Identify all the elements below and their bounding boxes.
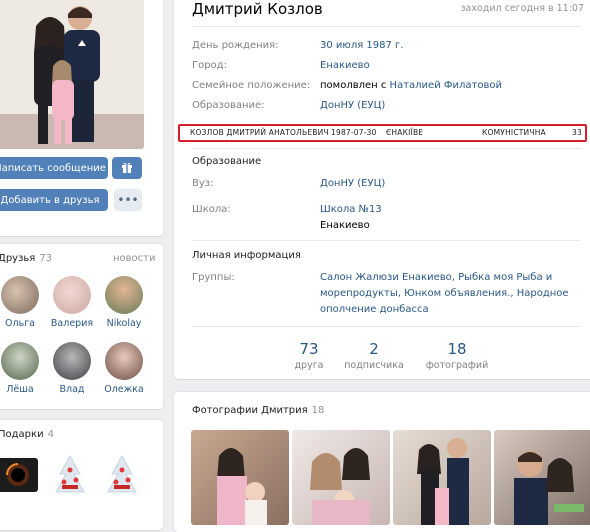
groups-line[interactable]: морепродукты, Юнком объявления., Народно… bbox=[320, 288, 569, 299]
groups-line[interactable]: Салон Жалюзи Енакиево, Рыбка моя Рыба и bbox=[320, 272, 552, 283]
registry-name: КОЗЛОВ ДМИТРИЙ АНАТОЛЬЕВИЧ bbox=[190, 128, 329, 137]
friend-name: Nikolay bbox=[106, 318, 142, 329]
education-value[interactable]: ДонНУ (ЕУЦ) bbox=[320, 100, 385, 111]
send-gift-button[interactable] bbox=[112, 157, 142, 179]
avatar-card: Написать сообщение Добавить в друзья ••• bbox=[0, 0, 163, 236]
friend-item[interactable]: Ольга bbox=[0, 276, 44, 329]
friends-card: Друзья 73 новости Ольга Валерия Nikolay Л… bbox=[0, 244, 163, 409]
profile-info-card: Дмитрий Козлов заходил сегодня в 11:07 Д… bbox=[174, 0, 590, 379]
photo-thumbnail[interactable] bbox=[292, 430, 390, 525]
friend-avatar bbox=[53, 342, 91, 380]
friend-item[interactable]: Лёша bbox=[0, 342, 44, 395]
school-label: Школа: bbox=[192, 204, 231, 215]
gifts-header[interactable]: Подарки 4 bbox=[0, 429, 54, 440]
stat-number: 2 bbox=[369, 340, 379, 358]
gift-item[interactable] bbox=[0, 452, 40, 498]
divider bbox=[192, 326, 580, 327]
friends-updates-link[interactable]: новости bbox=[113, 253, 156, 264]
divider bbox=[192, 240, 580, 241]
friend-avatar bbox=[53, 276, 91, 314]
stat-label: подписчика bbox=[344, 360, 404, 371]
relationship-value: помолвлен с Наталией Филатовой bbox=[320, 80, 502, 91]
registry-party: КОМУНІСТИЧНА bbox=[482, 128, 546, 137]
profile-avatar[interactable] bbox=[0, 0, 144, 149]
friend-avatar bbox=[105, 342, 143, 380]
photo-thumbnail[interactable] bbox=[393, 430, 491, 525]
photos-header[interactable]: Фотографии Дмитрия 18 bbox=[192, 405, 324, 416]
relationship-label: Семейное положение: bbox=[192, 80, 311, 91]
gift-item[interactable] bbox=[100, 452, 144, 498]
photo-thumbnail[interactable] bbox=[191, 430, 289, 525]
groups-label: Группы: bbox=[192, 272, 235, 283]
education-label: Образование: bbox=[192, 100, 265, 111]
friend-item[interactable]: Влад bbox=[48, 342, 96, 395]
city-label: Город: bbox=[192, 60, 227, 71]
photos-count: 18 bbox=[311, 405, 325, 416]
gift-icon bbox=[121, 161, 133, 176]
stat-number: 18 bbox=[447, 340, 467, 358]
profile-name: Дмитрий Козлов bbox=[192, 0, 323, 18]
friend-item[interactable]: Олежка bbox=[100, 342, 148, 395]
friend-name: Ольга bbox=[5, 318, 35, 329]
friend-name: Олежка bbox=[104, 384, 144, 395]
birthday-label: День рождения: bbox=[192, 40, 279, 51]
photos-card: Фотографии Дмитрия 18 bbox=[174, 392, 590, 532]
registry-highlight-box: КОЗЛОВ ДМИТРИЙ АНАТОЛЬЕВИЧ 1987-07-30 ЄН… bbox=[178, 124, 587, 142]
more-icon: ••• bbox=[117, 193, 139, 207]
school-value[interactable]: Школа №13 bbox=[320, 204, 382, 215]
gifts-title: Подарки bbox=[0, 429, 44, 440]
university-label: Вуз: bbox=[192, 178, 214, 189]
friend-avatar bbox=[1, 276, 39, 314]
friend-name: Лёша bbox=[6, 384, 34, 395]
education-section-title: Образование bbox=[192, 156, 262, 167]
friends-header[interactable]: Друзья 73 bbox=[0, 253, 52, 264]
stat-label: фотографий bbox=[425, 360, 489, 371]
city-value[interactable]: Енакиево bbox=[320, 60, 370, 71]
friend-name: Влад bbox=[59, 384, 85, 395]
add-friend-button[interactable]: Добавить в друзья bbox=[0, 189, 108, 211]
friend-item[interactable]: Валерия bbox=[48, 276, 96, 329]
divider bbox=[192, 148, 580, 149]
school-city: Енакиево bbox=[320, 220, 370, 231]
birthday-value[interactable]: 30 июля 1987 г. bbox=[320, 40, 403, 51]
friends-count: 73 bbox=[39, 253, 53, 264]
gifts-count: 4 bbox=[47, 429, 54, 440]
partner-link[interactable]: Наталией Филатовой bbox=[390, 80, 502, 91]
friend-avatar bbox=[105, 276, 143, 314]
stat-photos[interactable]: 18 фотографий bbox=[417, 340, 497, 371]
groups-line[interactable]: ополчение донбасса bbox=[320, 304, 429, 315]
personal-section-title: Личная информация bbox=[192, 250, 301, 261]
gifts-card: Подарки 4 bbox=[0, 420, 163, 530]
friend-item[interactable]: Nikolay bbox=[100, 276, 148, 329]
stat-followers[interactable]: 2 подписчика bbox=[334, 340, 414, 371]
photo-thumbnail[interactable] bbox=[494, 430, 590, 525]
friends-title: Друзья bbox=[0, 253, 36, 264]
registry-date: 1987-07-30 bbox=[331, 128, 377, 137]
university-value[interactable]: ДонНУ (ЕУЦ) bbox=[320, 178, 385, 189]
friend-name: Валерия bbox=[50, 318, 94, 329]
send-message-button[interactable]: Написать сообщение bbox=[0, 157, 108, 179]
last-seen-status: заходил сегодня в 11:07 bbox=[460, 3, 584, 14]
relationship-prefix: помолвлен с bbox=[320, 80, 390, 91]
registry-city: ЄНАКІЇВЕ bbox=[386, 128, 424, 137]
friend-avatar bbox=[1, 342, 39, 380]
registry-number: 33 bbox=[572, 128, 582, 137]
divider bbox=[192, 26, 580, 27]
more-actions-button[interactable]: ••• bbox=[114, 189, 142, 211]
photos-title: Фотографии Дмитрия bbox=[192, 405, 308, 416]
gift-item[interactable] bbox=[48, 452, 92, 498]
